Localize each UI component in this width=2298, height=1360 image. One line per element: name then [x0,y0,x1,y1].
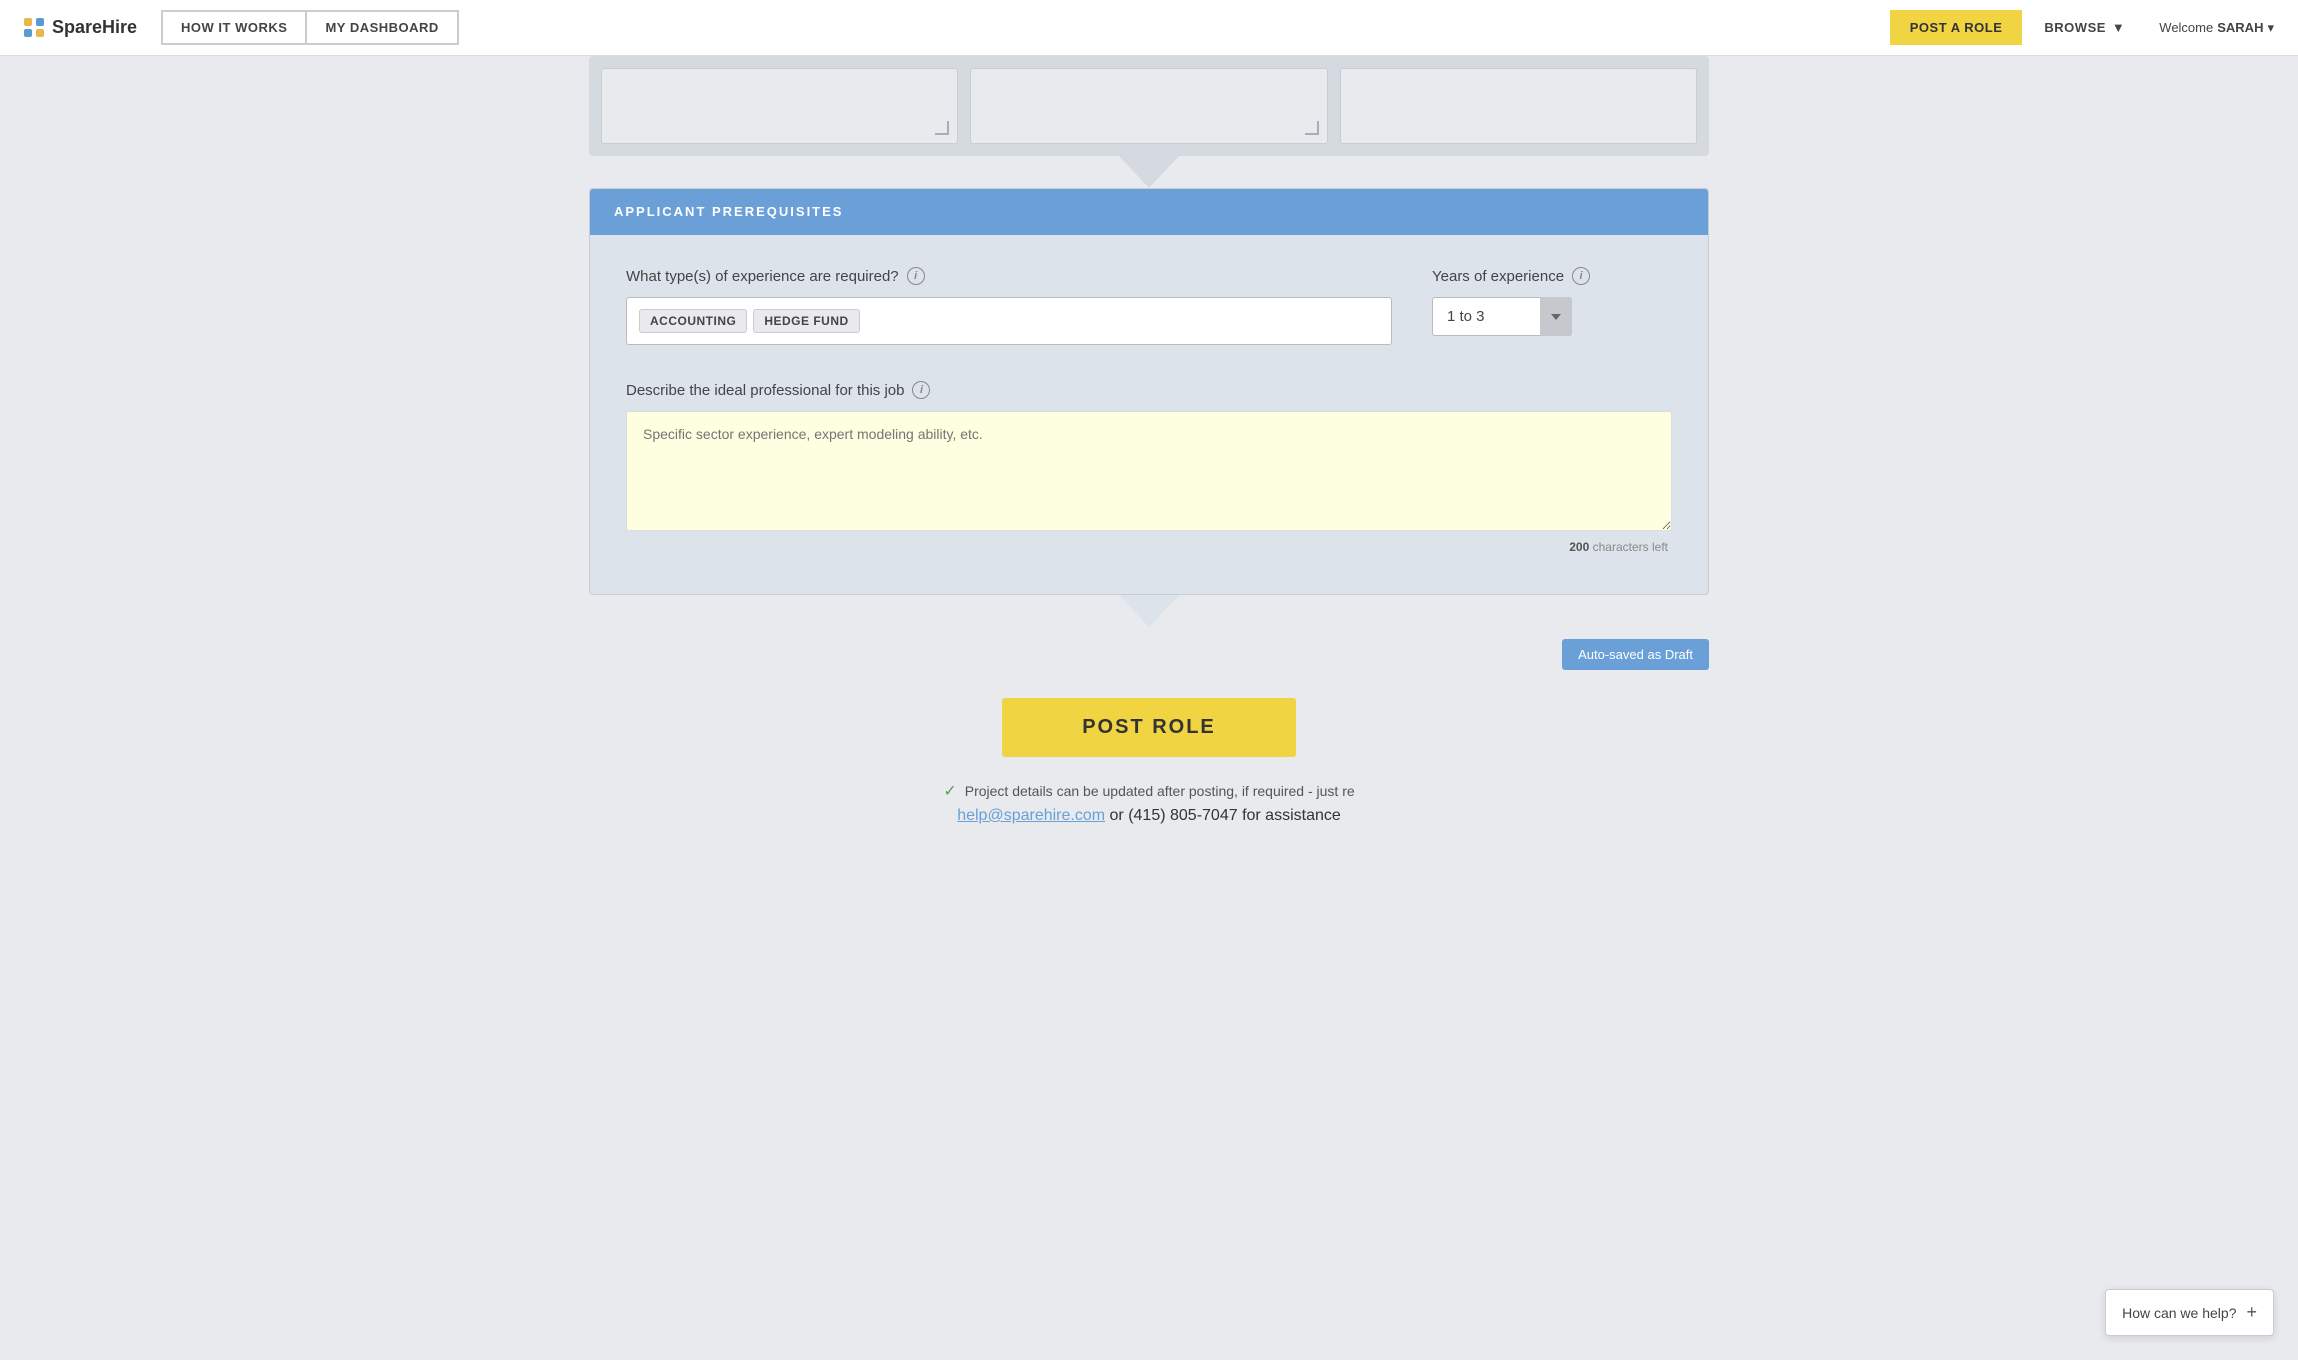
experience-type-label-text: What type(s) of experience are required? [626,268,899,285]
nav-my-dashboard[interactable]: MY DASHBOARD [305,10,458,45]
section-body: What type(s) of experience are required?… [590,235,1708,594]
years-experience-label: Years of experience i [1432,267,1672,285]
char-count: 200 characters left [626,540,1672,554]
experience-type-group: What type(s) of experience are required?… [626,267,1392,345]
card-corner-icon [1305,121,1319,135]
footer-note-text: Project details can be updated after pos… [965,783,1355,799]
ideal-professional-group: Describe the ideal professional for this… [626,381,1672,554]
tag-accounting[interactable]: ACCOUNTING [639,309,747,333]
ideal-label-row: Describe the ideal professional for this… [626,381,1672,399]
section-title: APPLICANT PREREQUISITES [614,204,843,219]
footer-contact-row: help@sparehire.com or (415) 805-7047 for… [589,807,1709,825]
years-select[interactable]: 1 to 3 3 to 5 5 to 7 7 to 10 10+ [1432,297,1572,336]
top-card-3 [1340,68,1697,144]
logo[interactable]: SpareHire [24,17,137,38]
footer-email-link[interactable]: help@sparehire.com [957,807,1105,824]
experience-type-info-icon[interactable]: i [907,267,925,285]
help-widget[interactable]: How can we help? + [2105,1289,2274,1336]
experience-type-label: What type(s) of experience are required?… [626,267,1392,285]
card-corner-icon [935,121,949,135]
browse-chevron-icon: ▼ [2112,20,2125,35]
char-count-label: characters left [1593,540,1668,554]
welcome-prefix: Welcome [2159,20,2213,35]
char-count-number: 200 [1569,540,1589,554]
footer-phone-text: or (415) 805-7047 for assistance [1110,807,1341,824]
help-widget-label: How can we help? [2122,1305,2236,1321]
logo-dot-1 [24,18,32,26]
top-card-2 [970,68,1327,144]
nav-links: HOW IT WORKS MY DASHBOARD [161,10,459,45]
applicant-prerequisites-section: APPLICANT PREREQUISITES What type(s) of … [589,188,1709,595]
welcome-name[interactable]: SARAH [2217,20,2263,35]
bottom-connector-arrow [1119,595,1179,627]
footer-note: ✓ Project details can be updated after p… [589,781,1709,825]
logo-icon [24,18,44,38]
browse-label: BROWSE [2044,20,2106,35]
post-role-button[interactable]: POST ROLE [1002,698,1296,757]
ideal-professional-info-icon[interactable]: i [912,381,930,399]
ideal-professional-label-text: Describe the ideal professional for this… [626,382,904,399]
check-icon: ✓ [943,781,956,801]
footer-note-row: ✓ Project details can be updated after p… [589,781,1709,801]
welcome-text: Welcome SARAH ▾ [2159,20,2274,36]
section-header: APPLICANT PREREQUISITES [590,189,1708,235]
nav-post-role-button[interactable]: POST A ROLE [1890,10,2023,45]
experience-row: What type(s) of experience are required?… [626,267,1672,345]
post-role-row: POST ROLE [589,698,1709,757]
years-select-wrapper: 1 to 3 3 to 5 5 to 7 7 to 10 10+ [1432,297,1572,336]
help-plus-icon: + [2246,1302,2257,1323]
logo-text: SpareHire [52,17,137,38]
navbar: SpareHire HOW IT WORKS MY DASHBOARD POST… [0,0,2298,56]
experience-tags-input[interactable]: ACCOUNTING HEDGE FUND [626,297,1392,345]
auto-saved-badge: Auto-saved as Draft [1562,639,1709,670]
logo-dot-3 [24,29,32,37]
logo-dot-2 [36,18,44,26]
welcome-chevron-icon: ▾ [2267,20,2274,36]
section-connector-arrow [1119,156,1179,188]
top-card-1 [601,68,958,144]
nav-how-it-works[interactable]: HOW IT WORKS [161,10,305,45]
nav-right: POST A ROLE BROWSE ▼ Welcome SARAH ▾ [1890,10,2274,45]
page-content: APPLICANT PREREQUISITES What type(s) of … [569,56,1729,865]
auto-save-row: Auto-saved as Draft [589,639,1709,670]
top-cards-area [589,56,1709,156]
ideal-professional-textarea[interactable] [626,411,1672,531]
tag-hedge-fund[interactable]: HEDGE FUND [753,309,859,333]
years-experience-group: Years of experience i 1 to 3 3 to 5 5 to… [1432,267,1672,336]
logo-dot-4 [36,29,44,37]
years-experience-info-icon[interactable]: i [1572,267,1590,285]
nav-browse-button[interactable]: BROWSE ▼ [2026,10,2143,45]
years-experience-label-text: Years of experience [1432,268,1564,285]
